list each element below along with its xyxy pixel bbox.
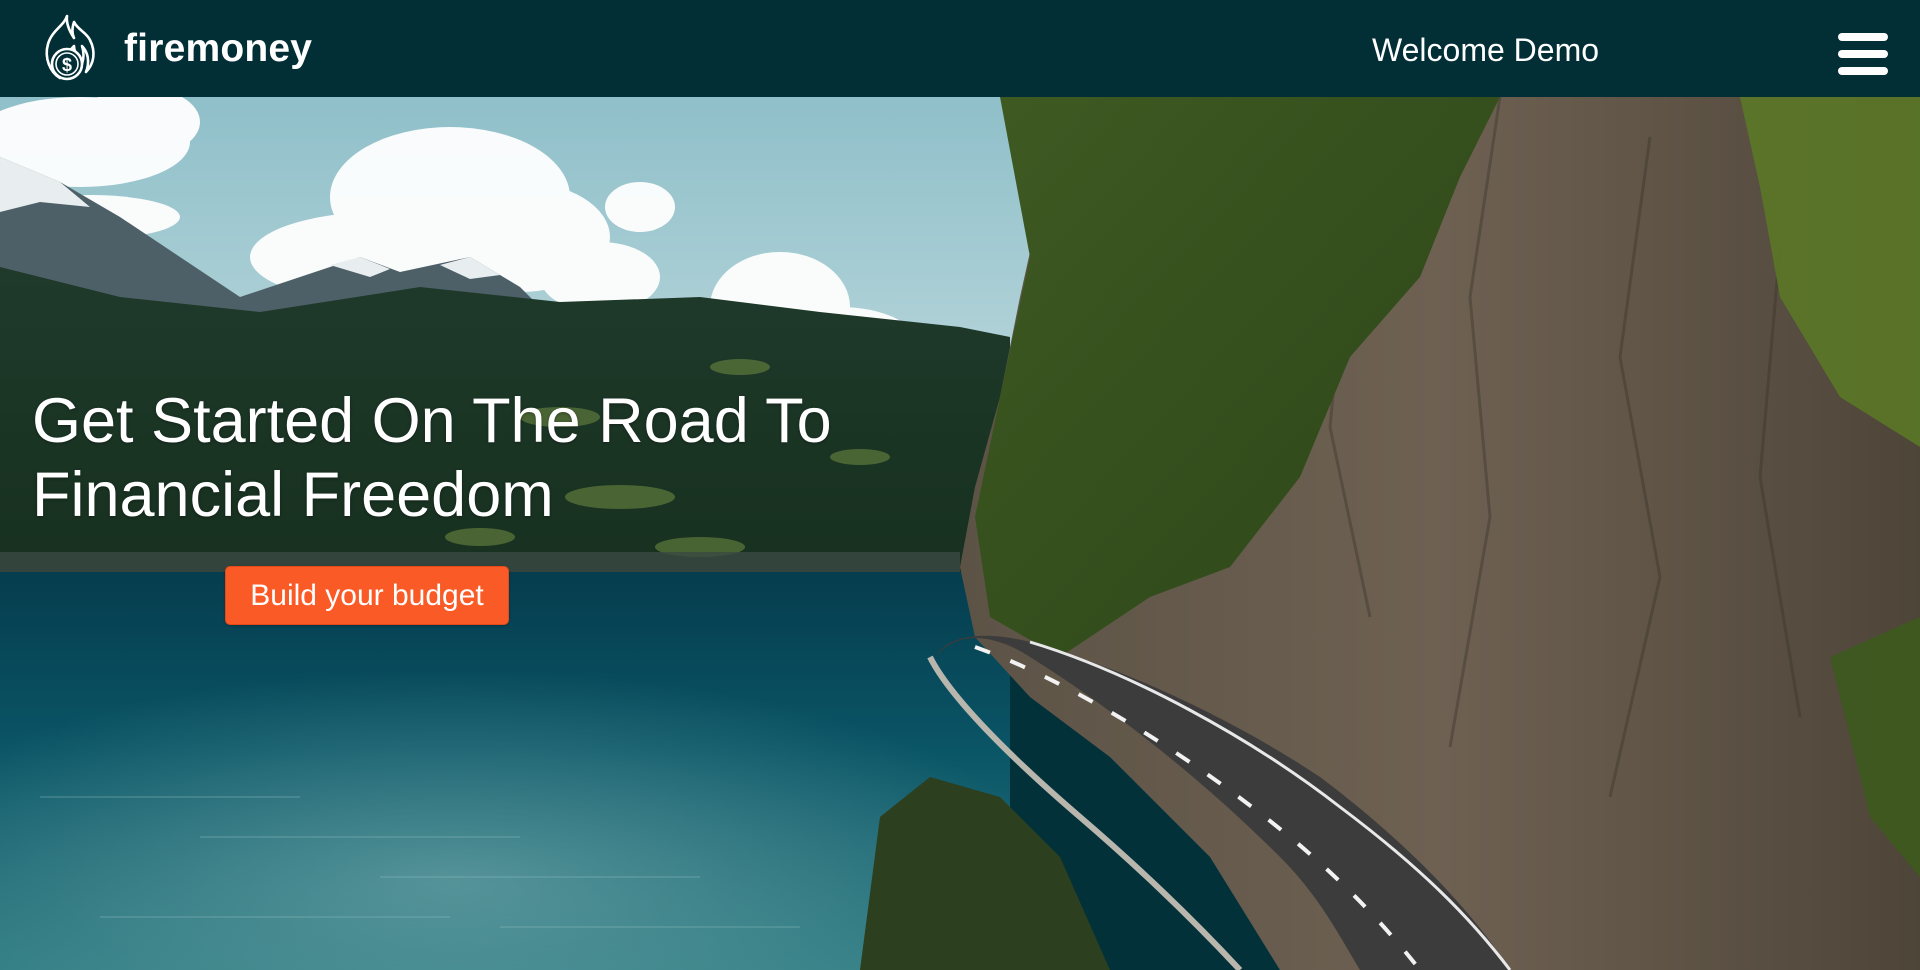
- welcome-text: Welcome Demo: [1372, 32, 1600, 68]
- hamburger-menu-button[interactable]: [1838, 31, 1888, 81]
- hero-title-line2: Financial Freedom: [32, 460, 554, 530]
- brand-name: firemoney: [124, 27, 313, 70]
- hero-section: Get Started On The Road To Financial Fre…: [0, 97, 1920, 970]
- hero-background-image: [0, 97, 1920, 970]
- hamburger-menu-icon-bar-top: [1838, 33, 1888, 41]
- svg-text:$: $: [62, 55, 72, 75]
- fire-dollar-coin-icon: $: [45, 14, 95, 81]
- hamburger-menu-icon-bar-bottom: [1838, 67, 1888, 75]
- hero-title: Get Started On The Road To Financial Fre…: [32, 384, 932, 532]
- hero-title-line1: Get Started On The Road To: [32, 386, 832, 456]
- page: $ firemoney Welcome Demo Get Started On …: [0, 0, 1920, 970]
- top-navbar: $ firemoney Welcome Demo: [0, 0, 1920, 97]
- hamburger-menu-icon-bar-middle: [1838, 50, 1888, 58]
- brand-home-link[interactable]: $ firemoney: [38, 12, 312, 86]
- build-budget-button[interactable]: Build your budget: [225, 566, 509, 625]
